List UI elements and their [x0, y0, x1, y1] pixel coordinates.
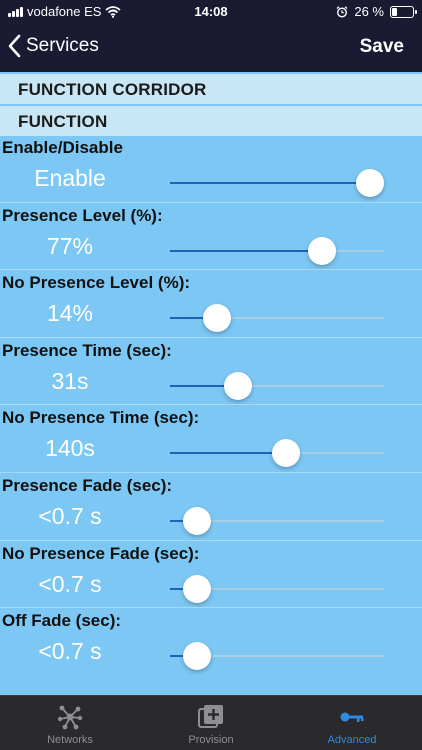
setting-value: <0.7 s	[38, 503, 102, 529]
tab-networks[interactable]: Networks	[0, 696, 140, 750]
slider-fill	[170, 250, 329, 252]
slider-fill	[170, 385, 233, 387]
slider-thumb[interactable]	[183, 642, 212, 670]
slider-thumb[interactable]	[183, 507, 212, 535]
chevron-left-icon	[8, 34, 21, 58]
setting-row-presence-time: Presence Time (sec): 31s	[0, 338, 422, 406]
tab-bar: Networks Provision Advanced	[0, 695, 422, 750]
setting-value: <0.7 s	[38, 638, 102, 664]
slider-fill	[170, 182, 384, 184]
presence-fade-slider[interactable]	[170, 507, 384, 535]
setting-label: Presence Time (sec):	[2, 341, 172, 360]
section-header-function-corridor: FUNCTION CORRIDOR	[0, 74, 422, 104]
off-fade-slider[interactable]	[170, 642, 384, 670]
slider-thumb[interactable]	[272, 439, 301, 467]
setting-label: Presence Fade (sec):	[2, 476, 173, 495]
no-presence-time-slider[interactable]	[170, 439, 384, 467]
network-nodes-icon	[57, 705, 83, 730]
status-bar: vodafone ES 14:08 26 %	[0, 0, 422, 24]
slider-thumb[interactable]	[356, 169, 384, 197]
setting-value: 140s	[45, 435, 95, 461]
tab-provision[interactable]: Provision	[141, 696, 281, 750]
setting-row-off-fade: Off Fade (sec): <0.7 s	[0, 608, 422, 676]
alarm-clock-icon	[336, 5, 348, 18]
setting-label: No Presence Level (%):	[2, 273, 191, 292]
enable-slider[interactable]	[170, 169, 384, 197]
save-button[interactable]: Save	[360, 36, 404, 58]
battery-icon	[390, 5, 417, 18]
slider-thumb[interactable]	[223, 372, 252, 400]
slider-fill	[170, 452, 288, 454]
setting-row-presence-fade: Presence Fade (sec): <0.7 s	[0, 473, 422, 541]
tab-advanced[interactable]: Advanced	[282, 696, 422, 750]
back-button[interactable]: Services	[8, 34, 99, 58]
setting-label: No Presence Fade (sec):	[2, 544, 200, 563]
back-button-label: Services	[26, 35, 99, 56]
slider-thumb[interactable]	[183, 575, 212, 603]
key-icon	[340, 712, 364, 722]
setting-row-no-presence-fade: No Presence Fade (sec): <0.7 s	[0, 541, 422, 609]
setting-label: Enable/Disable	[2, 138, 123, 157]
slider-thumb[interactable]	[203, 304, 232, 332]
slider-thumb[interactable]	[307, 237, 336, 265]
no-presence-level-slider[interactable]	[170, 304, 384, 332]
setting-value: 14%	[46, 300, 94, 326]
setting-value: 31s	[51, 368, 89, 394]
setting-value: 77%	[46, 233, 94, 259]
setting-row-enable: Enable/Disable Enable	[0, 135, 422, 203]
battery-percentage: 26 %	[354, 4, 384, 19]
setting-row-no-presence-time: No Presence Time (sec): 140s	[0, 405, 422, 473]
setting-value: <0.7 s	[38, 571, 102, 597]
tab-label: Networks	[47, 734, 93, 746]
section-header-function: FUNCTION	[0, 106, 422, 136]
setting-value: Enable	[34, 165, 106, 191]
presence-time-slider[interactable]	[170, 372, 384, 400]
setting-row-no-presence-level: No Presence Level (%): 14%	[0, 270, 422, 338]
presence-level-slider[interactable]	[170, 237, 384, 265]
setting-label: Off Fade (sec):	[2, 611, 122, 630]
setting-row-presence-level: Presence Level (%): 77%	[0, 203, 422, 271]
navigation-bar: Services Save	[0, 24, 422, 72]
tab-label: Advanced	[327, 734, 377, 746]
tab-label: Provision	[188, 734, 234, 746]
no-presence-fade-slider[interactable]	[170, 575, 384, 603]
add-square-icon	[198, 705, 223, 728]
setting-label: Presence Level (%):	[2, 206, 163, 225]
services-screen: vodafone ES 14:08 26 % Services Save FUN…	[0, 0, 422, 750]
setting-label: No Presence Time (sec):	[2, 408, 200, 427]
